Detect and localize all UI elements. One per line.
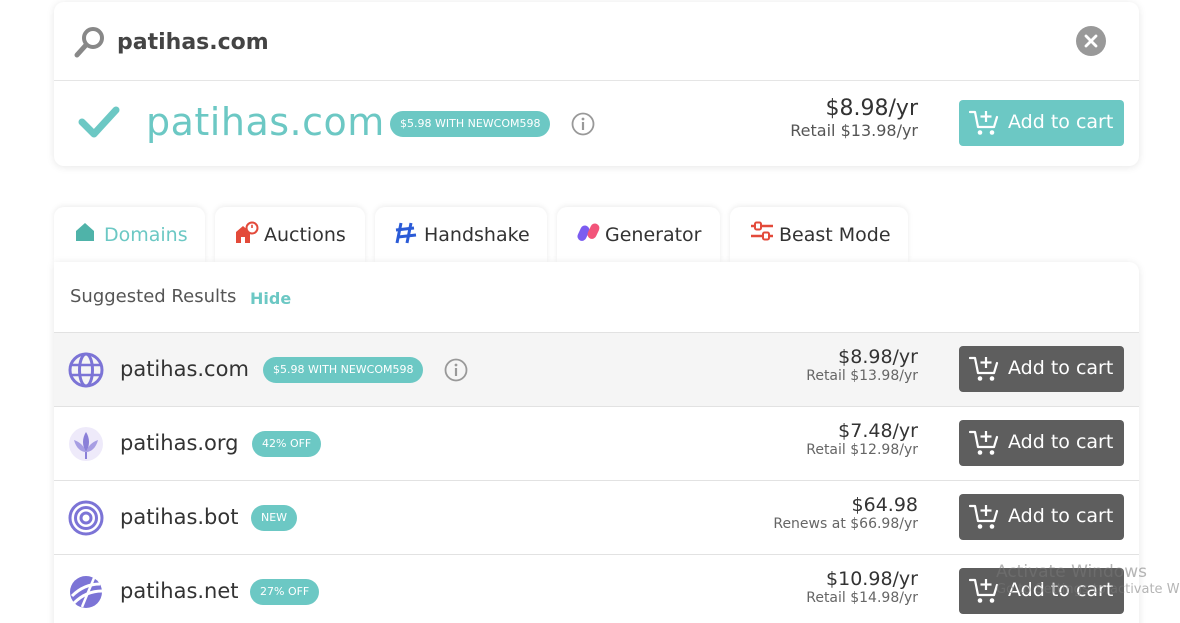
cart-add-icon: [969, 504, 999, 529]
info-icon[interactable]: [571, 112, 595, 136]
result-domain: patihas.net: [120, 579, 239, 603]
new-badge: NEW: [251, 505, 298, 531]
tab-label: Handshake: [424, 224, 530, 246]
search-row: [54, 2, 1139, 81]
tab-beast-mode[interactable]: Beast Mode: [730, 207, 908, 263]
promo-badge: $5.98 WITH NEWCOM598: [263, 357, 424, 383]
cart-label: Add to cart: [1008, 505, 1114, 527]
globe-icon: [68, 352, 104, 388]
price-main: $7.48/yr: [838, 420, 918, 442]
price-main: $8.98/yr: [825, 96, 918, 121]
add-to-cart-button[interactable]: Add to cart: [959, 568, 1124, 614]
result-domain: patihas.com: [120, 357, 249, 381]
results-panel: Suggested Results Hide patihas.com $5.98…: [54, 262, 1139, 623]
result-price: $64.98 Renews at $66.98/yr: [698, 494, 918, 532]
cart-label: Add to cart: [1008, 579, 1114, 601]
add-to-cart-button[interactable]: Add to cart: [959, 494, 1124, 540]
result-row[interactable]: patihas.com $5.98 WITH NEWCOM598 $8.98/y…: [54, 332, 1139, 406]
tab-handshake[interactable]: Handshake: [375, 207, 547, 263]
search-card: patihas.com $5.98 WITH NEWCOM598 $8.98/y…: [54, 2, 1139, 166]
cart-label: Add to cart: [1008, 111, 1114, 133]
info-icon[interactable]: [444, 358, 468, 382]
result-price: $7.48/yr Retail $12.98/yr: [698, 420, 918, 458]
search-icon: [74, 27, 104, 58]
result-row[interactable]: patihas.bot NEW $64.98 Renews at $66.98/…: [54, 480, 1139, 554]
result-price: $10.98/yr Retail $14.98/yr: [698, 568, 918, 606]
hide-link[interactable]: Hide: [250, 289, 291, 308]
cart-add-icon: [969, 430, 999, 455]
price-retail: Retail $13.98/yr: [806, 368, 918, 384]
check-icon: [78, 106, 120, 138]
add-to-cart-button[interactable]: Add to cart: [959, 346, 1124, 392]
result-price: $8.98/yr Retail $13.98/yr: [698, 346, 918, 384]
price-main: $8.98/yr: [838, 346, 918, 368]
clear-search-button[interactable]: [1076, 26, 1106, 56]
cart-label: Add to cart: [1008, 431, 1114, 453]
close-icon: [1084, 34, 1098, 48]
generator-icon: [577, 223, 600, 241]
tab-label: Domains: [104, 224, 188, 246]
page: patihas.com $5.98 WITH NEWCOM598 $8.98/y…: [0, 0, 1180, 623]
discount-badge: 27% OFF: [250, 579, 320, 605]
featured-price: $8.98/yr Retail $13.98/yr: [698, 96, 918, 140]
tab-label: Auctions: [264, 224, 346, 246]
target-icon: [68, 500, 104, 536]
price-retail: Retail $13.98/yr: [790, 121, 918, 140]
result-domain: patihas.org: [120, 431, 239, 455]
sliders-icon: [751, 221, 773, 241]
auction-house-icon: [236, 221, 259, 243]
tab-generator[interactable]: Generator: [557, 207, 720, 263]
promo-badge: $5.98 WITH NEWCOM598: [390, 111, 551, 137]
price-main: $64.98: [851, 494, 918, 516]
add-to-cart-button[interactable]: Add to cart: [959, 420, 1124, 466]
price-retail: Retail $12.98/yr: [806, 442, 918, 458]
price-renewal: Renews at $66.98/yr: [773, 516, 918, 532]
cart-add-icon: [969, 110, 999, 135]
result-row[interactable]: patihas.org 42% OFF $7.48/yr Retail $12.…: [54, 406, 1139, 480]
suggested-results-title: Suggested Results: [70, 286, 237, 307]
handshake-icon: [395, 222, 417, 244]
tab-auctions[interactable]: Auctions: [215, 207, 365, 263]
featured-result: patihas.com $5.98 WITH NEWCOM598 $8.98/y…: [54, 82, 1139, 166]
net-globe-icon: [70, 576, 103, 608]
search-input[interactable]: [117, 22, 1017, 62]
tab-label: Generator: [605, 224, 702, 246]
lotus-icon: [69, 427, 103, 461]
tab-label: Beast Mode: [779, 224, 891, 246]
result-row[interactable]: patihas.net 27% OFF $10.98/yr Retail $14…: [54, 554, 1139, 623]
add-to-cart-button[interactable]: Add to cart: [959, 100, 1124, 146]
cart-label: Add to cart: [1008, 357, 1114, 379]
discount-badge: 42% OFF: [252, 431, 322, 457]
featured-domain: patihas.com: [146, 100, 385, 144]
result-domain: patihas.bot: [120, 505, 239, 529]
home-icon: [76, 223, 94, 241]
tab-domains[interactable]: Domains: [54, 207, 205, 263]
cart-add-icon: [969, 356, 999, 381]
price-main: $10.98/yr: [826, 568, 918, 590]
cart-add-icon: [969, 578, 999, 603]
price-retail: Retail $14.98/yr: [806, 590, 918, 606]
